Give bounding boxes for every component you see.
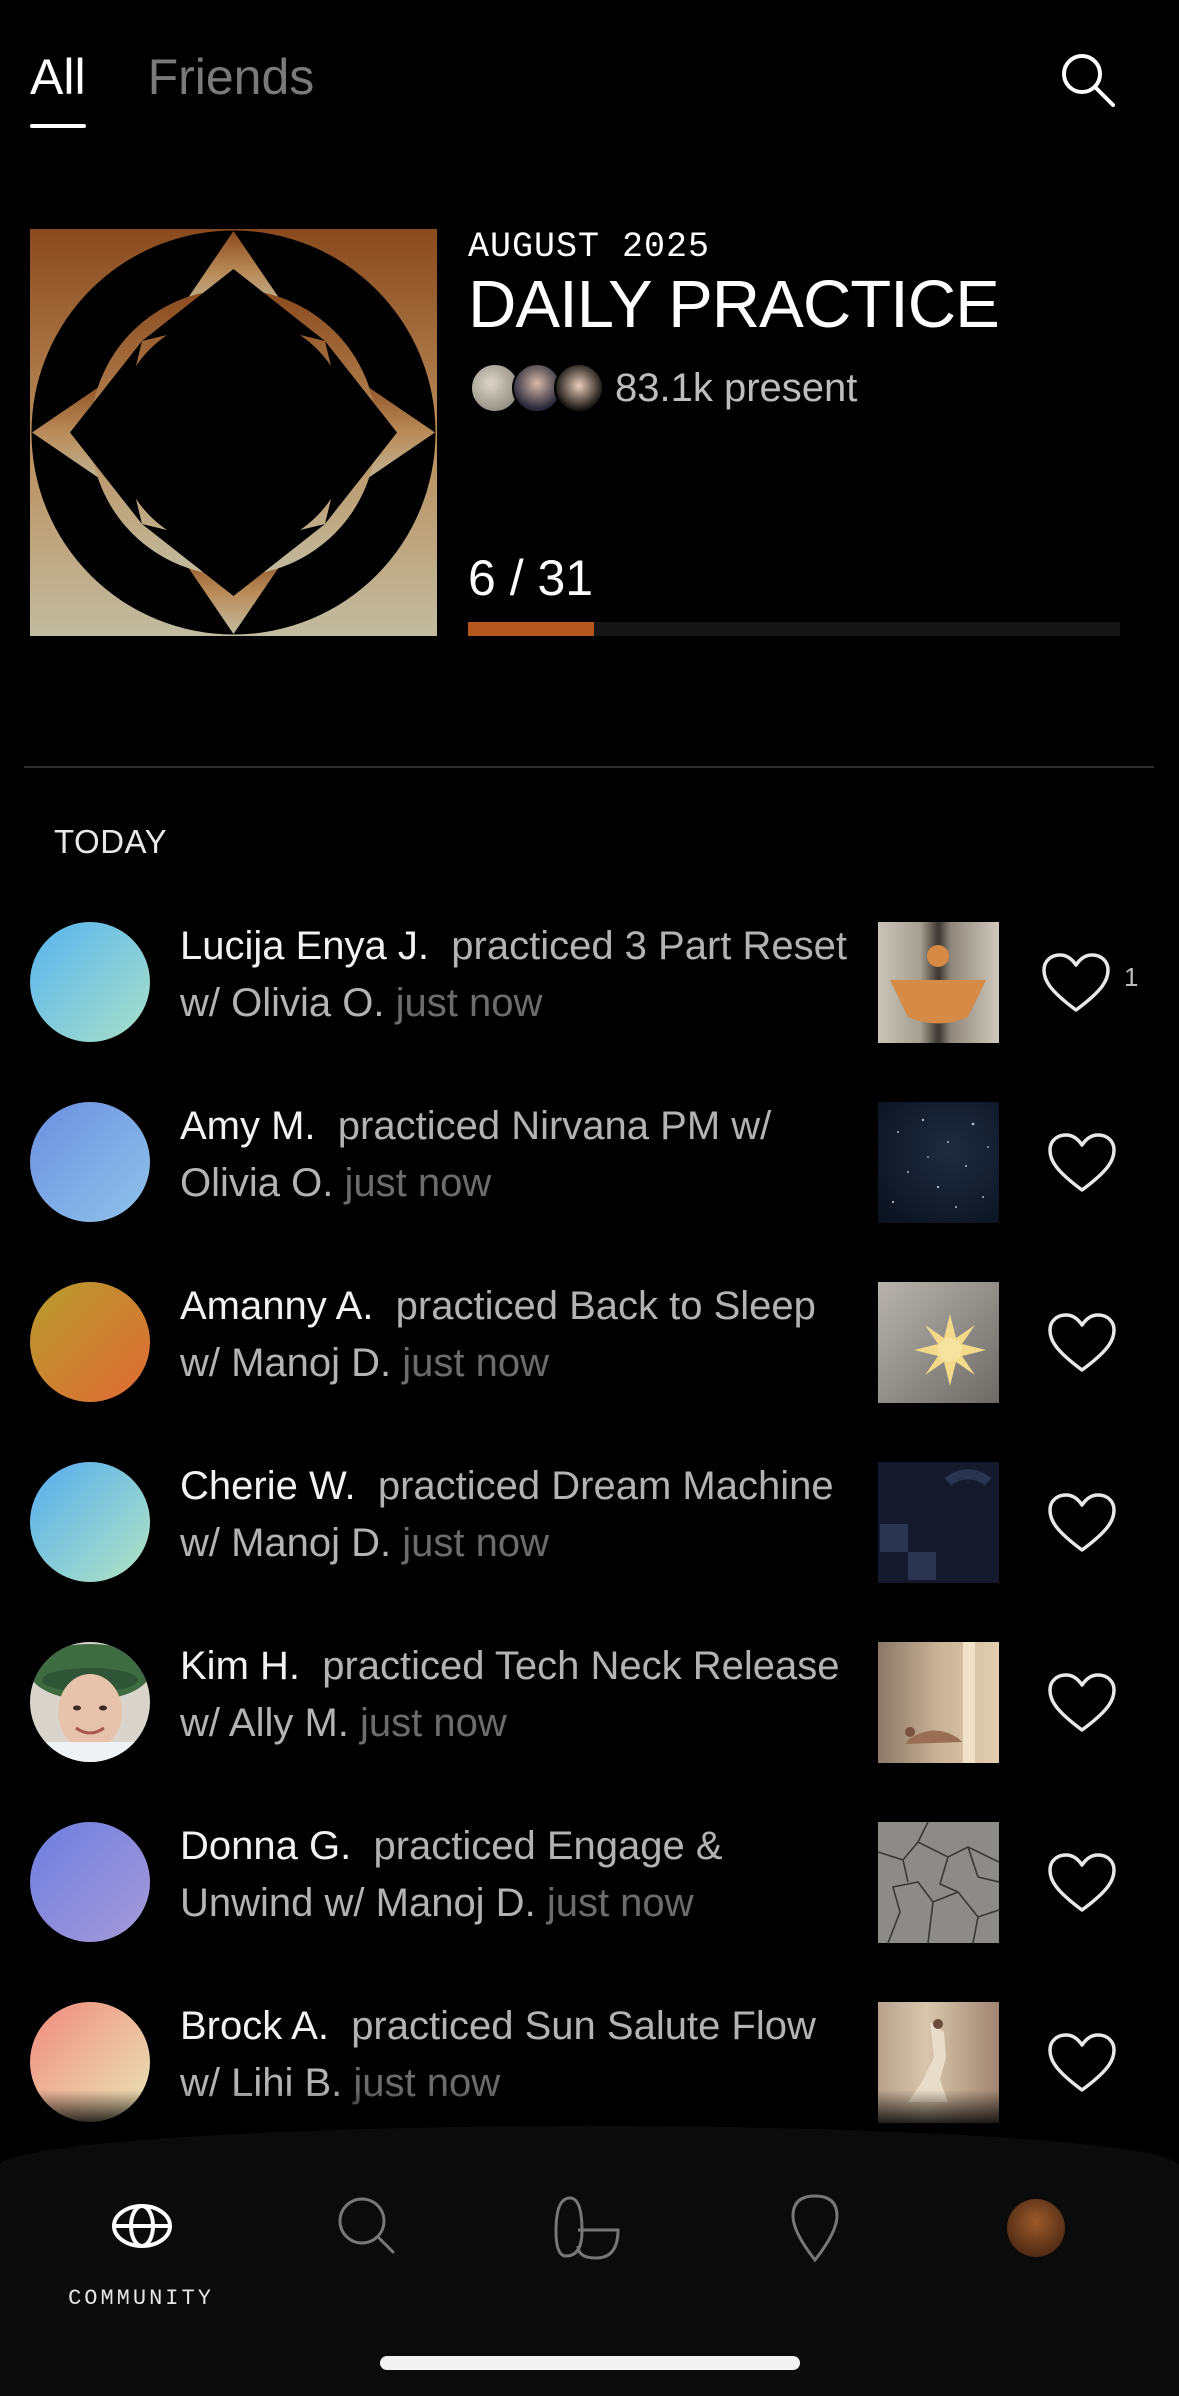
progress-bar bbox=[468, 622, 1120, 636]
present-avatars bbox=[470, 363, 610, 415]
activity-text: Cherie W. practiced Dream Machine w/ Man… bbox=[180, 1458, 850, 1572]
globe-icon[interactable] bbox=[102, 2186, 182, 2266]
user-name[interactable]: Amy M. bbox=[180, 1104, 316, 1148]
practice-thumbnail[interactable] bbox=[878, 922, 999, 1043]
search-icon[interactable] bbox=[327, 2186, 407, 2266]
user-name[interactable]: Brock A. bbox=[180, 2004, 329, 2048]
section-label-today: TODAY bbox=[54, 823, 168, 860]
like-heart-icon[interactable] bbox=[1047, 1852, 1117, 1914]
tab-friends[interactable]: Friends bbox=[148, 44, 315, 110]
list-item[interactable]: Amy M. practiced Nirvana PM w/ Olivia O.… bbox=[0, 1102, 1179, 1223]
avatar[interactable] bbox=[30, 922, 150, 1042]
timestamp: just now bbox=[344, 1161, 492, 1205]
like-heart-icon[interactable] bbox=[1047, 1492, 1117, 1554]
tab-all[interactable]: All bbox=[30, 44, 86, 128]
like-heart-icon[interactable] bbox=[1047, 1132, 1117, 1194]
location-pin-icon[interactable] bbox=[775, 2186, 855, 2266]
timestamp: just now bbox=[546, 1881, 694, 1925]
user-name[interactable]: Amanny A. bbox=[180, 1284, 373, 1328]
avatar[interactable] bbox=[30, 1822, 150, 1942]
list-item[interactable]: Kim H. practiced Tech Neck Release w/ Al… bbox=[0, 1642, 1179, 1763]
progress-fill bbox=[468, 622, 595, 636]
daily-practice-artwork[interactable] bbox=[30, 229, 437, 636]
practice-month: AUGUST 2025 bbox=[468, 227, 711, 267]
activity-text: Kim H. practiced Tech Neck Release w/ Al… bbox=[180, 1638, 850, 1752]
nav-label-community: COMMUNITY bbox=[68, 2286, 214, 2311]
like-heart-icon[interactable] bbox=[1047, 1312, 1117, 1374]
practice-thumbnail[interactable] bbox=[878, 1102, 999, 1223]
avatar[interactable] bbox=[30, 1462, 150, 1582]
activity-text: Amy M. practiced Nirvana PM w/ Olivia O.… bbox=[180, 1098, 850, 1212]
avatar[interactable] bbox=[30, 1102, 150, 1222]
user-name[interactable]: Kim H. bbox=[180, 1644, 300, 1688]
user-name[interactable]: Donna G. bbox=[180, 1824, 351, 1868]
avatar[interactable] bbox=[30, 1282, 150, 1402]
timestamp: just now bbox=[360, 1701, 507, 1745]
list-item[interactable]: Amanny A. practiced Back to Sleep w/ Man… bbox=[0, 1282, 1179, 1403]
user-name[interactable]: Cherie W. bbox=[180, 1464, 356, 1508]
divider bbox=[24, 766, 1154, 768]
community-screen: All Friends AUGUST 2025 DAILY PRACTICE 8… bbox=[0, 0, 1179, 2396]
practice-thumbnail[interactable] bbox=[878, 1462, 999, 1583]
like-heart-icon[interactable] bbox=[1047, 1672, 1117, 1734]
like-heart-icon[interactable] bbox=[1047, 2032, 1117, 2094]
practice-icon[interactable] bbox=[548, 2186, 628, 2266]
list-item[interactable]: Donna G. practiced Engage & Unwind w/ Ma… bbox=[0, 1822, 1179, 1943]
practice-thumbnail[interactable] bbox=[878, 1822, 999, 1943]
practice-thumbnail[interactable] bbox=[878, 1642, 999, 1763]
timestamp: just now bbox=[402, 1521, 550, 1565]
progress-text: 6 / 31 bbox=[468, 550, 594, 606]
feed-tabs: All Friends bbox=[30, 44, 376, 134]
practice-title[interactable]: DAILY PRACTICE bbox=[468, 266, 1000, 344]
like-count: 1 bbox=[1124, 962, 1139, 992]
list-item[interactable]: Cherie W. practiced Dream Machine w/ Man… bbox=[0, 1462, 1179, 1583]
list-item[interactable]: Lucija Enya J. practiced 3 Part Reset w/… bbox=[0, 922, 1179, 1043]
present-count: 83.1k present bbox=[615, 366, 858, 410]
profile-avatar[interactable] bbox=[996, 2186, 1076, 2266]
activity-text: Amanny A. practiced Back to Sleep w/ Man… bbox=[180, 1278, 850, 1392]
avatar bbox=[554, 363, 604, 413]
practice-thumbnail[interactable] bbox=[878, 1282, 999, 1403]
scroll-fade bbox=[0, 2090, 1179, 2130]
timestamp: just now bbox=[395, 981, 543, 1025]
activity-text: Lucija Enya J. practiced 3 Part Reset w/… bbox=[180, 918, 850, 1032]
like-heart-icon[interactable] bbox=[1041, 952, 1111, 1014]
search-icon[interactable] bbox=[1058, 50, 1118, 110]
user-name[interactable]: Lucija Enya J. bbox=[180, 924, 429, 968]
timestamp: just now bbox=[402, 1341, 550, 1385]
avatar[interactable] bbox=[30, 1642, 150, 1762]
home-indicator[interactable] bbox=[380, 2356, 800, 2370]
activity-text: Donna G. practiced Engage & Unwind w/ Ma… bbox=[180, 1818, 850, 1932]
